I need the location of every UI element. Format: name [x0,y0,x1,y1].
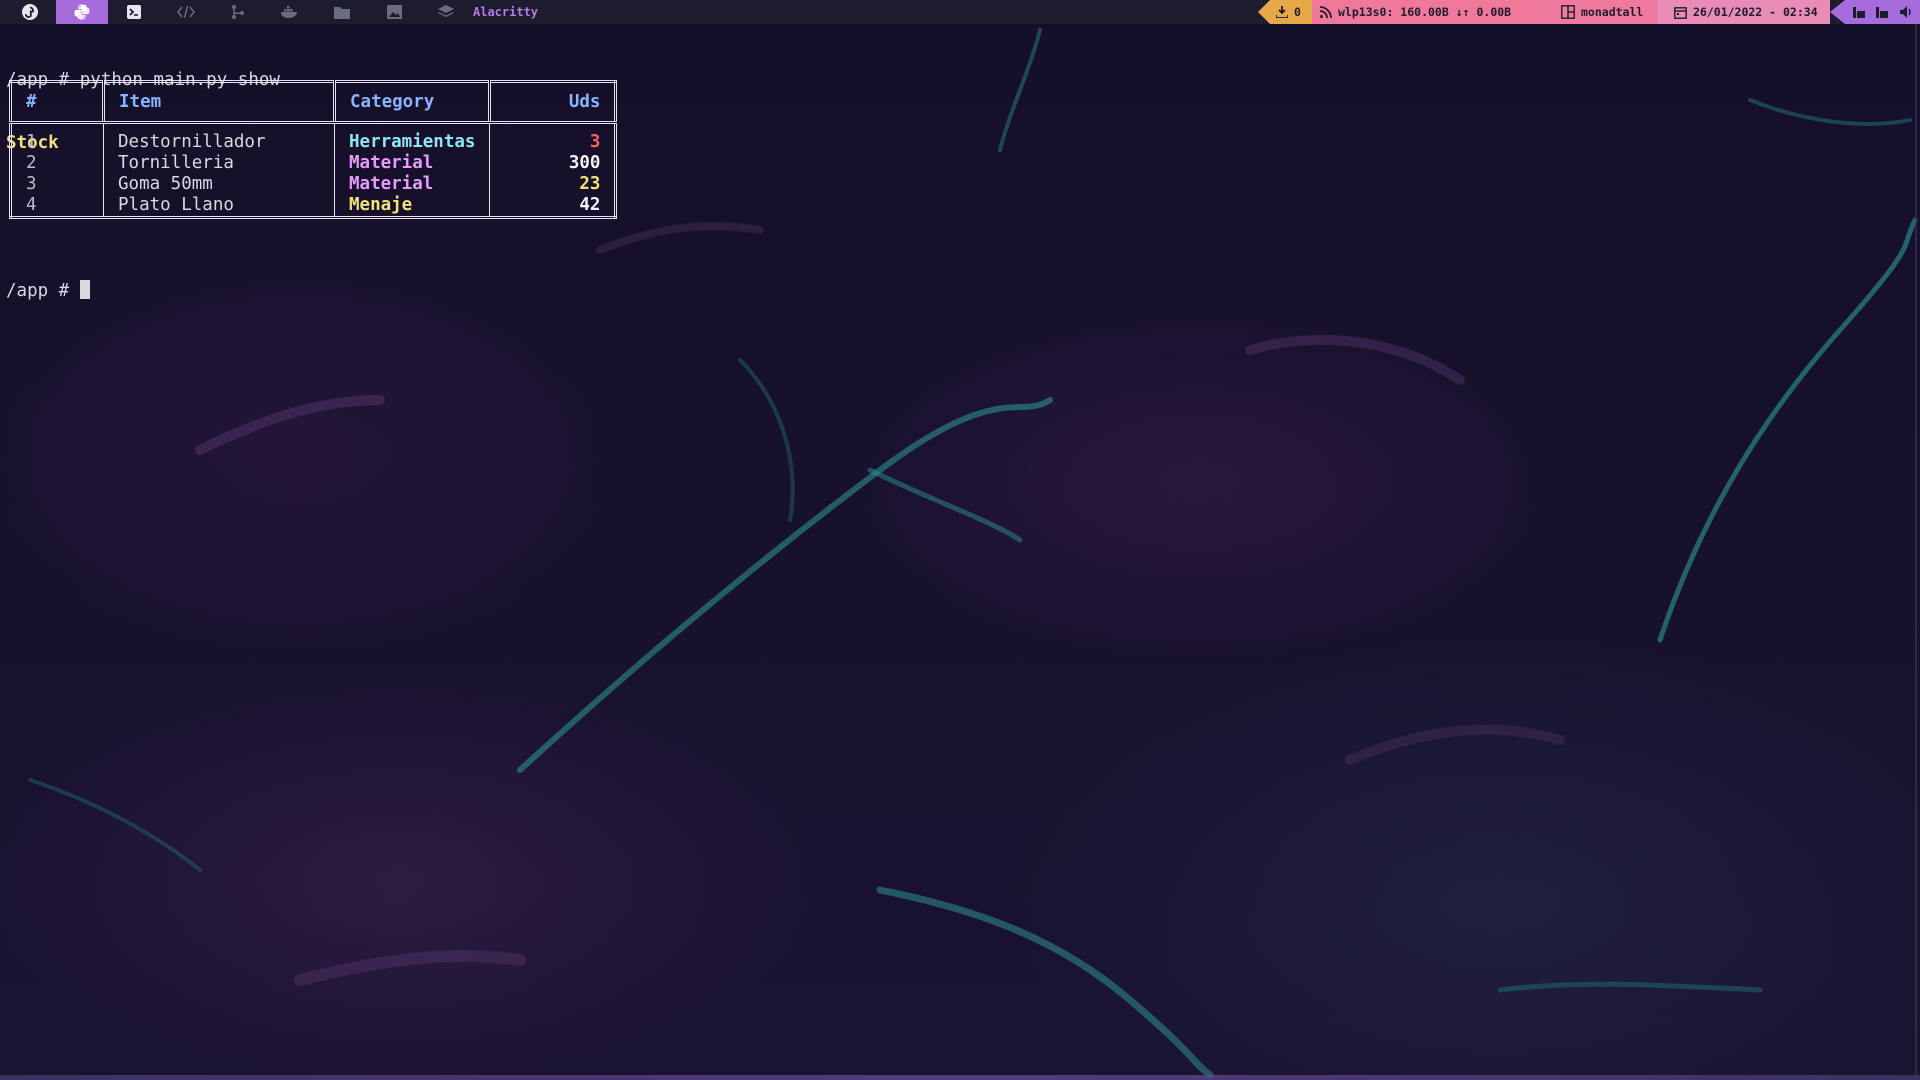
layout-name: monadtall [1581,5,1644,19]
workspace-layers[interactable] [420,0,472,24]
workspace-images[interactable] [368,0,420,24]
clock-widget[interactable]: 26/01/2022 - 02:34 [1658,0,1830,24]
updates-count: 0 [1294,5,1301,19]
terminal-icon [127,5,141,19]
cell-category: Material [333,153,490,174]
cell-num: 1 [26,132,37,152]
workspace-python[interactable] [56,0,108,24]
table-row: 3 Goma 50mm Material 23 [11,174,616,195]
wifi-icon [1320,6,1332,18]
header-category: Category [332,81,490,124]
table-header-row: # Item Category Uds [10,81,616,124]
header-item: Item [102,81,335,124]
shell-prompt: /app # [6,281,80,301]
cell-uds: 42 [489,195,616,218]
clock-datetime: 26/01/2022 - 02:34 [1693,5,1818,19]
system-tray [1845,0,1920,24]
workspace-terminal[interactable] [108,0,160,24]
code-icon [177,5,195,19]
cell-item: Plato Llano [103,195,335,218]
calendar-icon [1674,6,1687,19]
cell-num: 2 [26,153,37,173]
workspace-code[interactable] [160,0,212,24]
cell-uds: 3 [489,122,616,153]
workspace-git[interactable] [212,0,264,24]
table-row: 1 Destornillador Herramientas 3 [11,122,616,153]
cell-category: Menaje [333,195,490,218]
layout-icon [1561,5,1575,19]
folder-icon [334,6,350,19]
cell-num: 3 [26,174,37,194]
powerline-separator [1830,0,1845,24]
layers-icon [438,4,454,17]
workspace-files[interactable] [316,0,368,24]
workspace-fedora[interactable] [4,0,56,24]
download-icon [1276,6,1288,18]
header-num: # [10,81,104,124]
fedora-icon [22,4,38,20]
python-icon [74,4,90,20]
tray-app-icon[interactable] [1875,5,1889,19]
cell-item: Tornilleria [103,153,335,174]
image-icon [386,5,402,19]
window-title: Alacritty [473,5,539,19]
top-panel: Alacritty 0 wlp13s0: 160.00B ↓↑ 0.00B mo… [0,0,1920,24]
workspace-docker[interactable] [264,0,316,24]
network-label: wlp13s0: 160.00B ↓↑ 0.00B [1338,5,1512,19]
stock-table: # Item Category Uds 1 Destornillador Her… [9,80,618,219]
table-row: 2 Tornilleria Material 300 [11,153,616,174]
cell-uds: 23 [489,174,616,195]
git-icon [232,5,244,19]
volume-icon[interactable] [1899,5,1913,19]
powerline-separator [1258,0,1270,24]
text-cursor [79,280,90,299]
cell-uds: 300 [489,153,616,174]
cell-category: Herramientas [333,122,490,153]
updates-widget[interactable]: 0 [1270,0,1318,24]
network-widget[interactable]: wlp13s0: 160.00B ↓↑ 0.00B [1312,0,1553,24]
header-uds: Uds [488,81,616,124]
cell-category: Material [333,174,490,195]
table-row: 4 Plato Llano Menaje 42 [11,195,616,218]
layout-widget[interactable]: monadtall [1545,0,1658,24]
cell-item: Destornillador [103,122,335,153]
docker-icon [281,6,297,18]
cell-num: 4 [26,195,37,215]
cell-item: Goma 50mm [103,174,335,195]
window-border [1915,24,1917,1075]
prompt-area[interactable]: /app # [6,238,90,322]
tray-app-icon[interactable] [1852,5,1866,19]
window-border [0,1075,1920,1080]
